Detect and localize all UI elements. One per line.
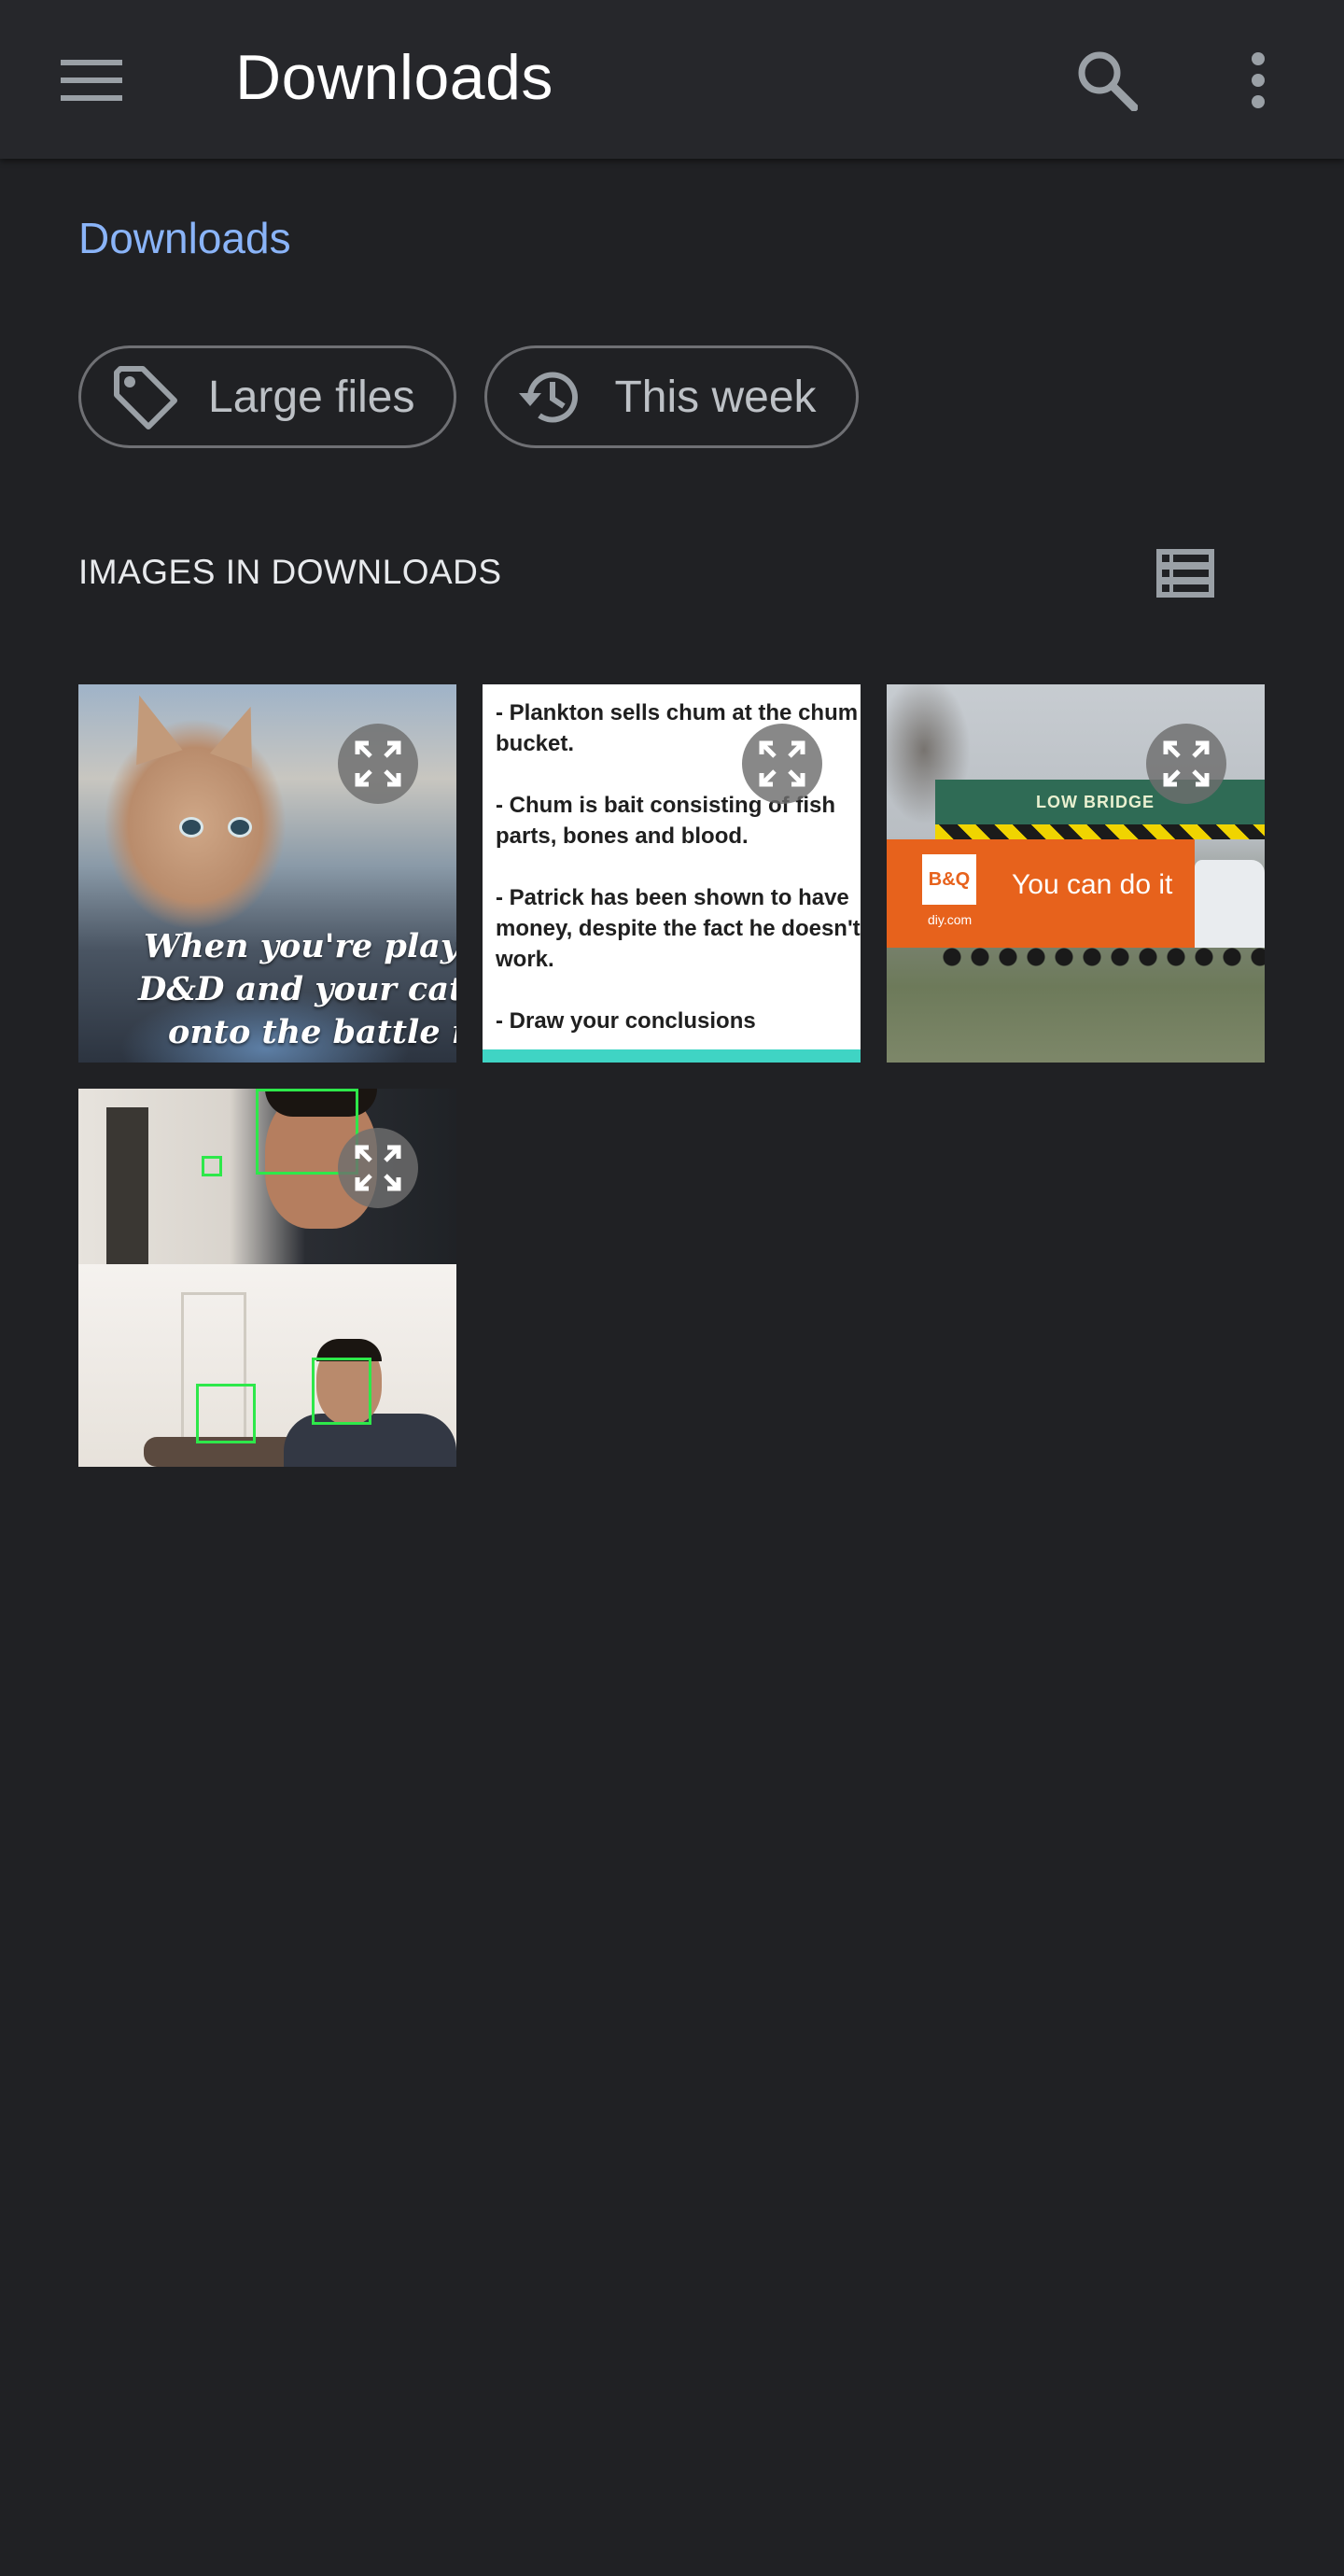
chip-large-files[interactable]: Large files	[78, 345, 457, 448]
chip-this-week[interactable]: This week	[484, 345, 859, 448]
text-line: - Chum is bait consisting of fish parts,…	[496, 793, 836, 849]
page-title: Downloads	[235, 42, 553, 113]
search-button[interactable]	[1070, 43, 1144, 118]
thumbnail-art	[228, 817, 252, 838]
list-view-icon	[1156, 549, 1214, 598]
detection-box	[312, 1358, 371, 1425]
top-app-bar: Downloads	[0, 0, 1344, 159]
menu-button[interactable]	[52, 49, 131, 112]
expand-button[interactable]	[742, 724, 822, 804]
fullscreen-icon	[355, 740, 401, 787]
thumbnail-art	[1195, 860, 1265, 948]
section-title: IMAGES IN DOWNLOADS	[78, 553, 502, 591]
detection-box	[196, 1384, 256, 1443]
text-line: - Draw your conclusions	[496, 1008, 756, 1034]
more-options-button[interactable]	[1225, 43, 1292, 118]
search-icon	[1078, 51, 1138, 111]
caption-line: When you're play	[144, 927, 456, 965]
thumbnail-art	[483, 1049, 861, 1063]
breadcrumb[interactable]: Downloads	[78, 213, 291, 263]
truck-logo-sub: diy.com	[928, 912, 973, 927]
history-icon	[515, 361, 586, 432]
bridge-sign: LOW BRIDGE	[1036, 793, 1155, 811]
thumbnail-art	[209, 698, 273, 769]
expand-button[interactable]	[338, 1128, 418, 1208]
thumbnail-art	[106, 1107, 148, 1264]
detection-box	[202, 1156, 222, 1176]
chip-label: Large files	[208, 372, 415, 422]
view-toggle-button[interactable]	[1150, 538, 1221, 609]
thumbnail-art	[943, 948, 1265, 966]
thumbnail-caption: When you're play D&D and your cat s onto…	[138, 925, 456, 1054]
chip-label: This week	[614, 372, 817, 422]
thumbnail-art	[116, 687, 183, 766]
image-thumbnail[interactable]	[78, 1089, 456, 1467]
caption-line: onto the battle m	[168, 1013, 456, 1051]
more-vert-icon	[1252, 52, 1265, 108]
image-thumbnail[interactable]: LOW BRIDGE B&Q diy.com You can do it	[887, 684, 1265, 1063]
thumbnail-art	[78, 1264, 456, 1467]
truck-logo: B&Q	[922, 854, 976, 905]
image-thumbnail[interactable]: When you're play D&D and your cat s onto…	[78, 684, 456, 1063]
image-thumbnail[interactable]: - Plankton sells chum at the chum bucket…	[483, 684, 861, 1063]
text-line: - Patrick has been shown to have money, …	[496, 885, 861, 972]
thumbnail-art	[935, 824, 1265, 839]
thumbnail-art	[179, 817, 203, 838]
caption-line: D&D and your cat s	[138, 970, 456, 1008]
fullscreen-icon	[759, 740, 805, 787]
expand-button[interactable]	[1146, 724, 1226, 804]
fullscreen-icon	[1163, 740, 1210, 787]
fullscreen-icon	[355, 1145, 401, 1191]
filter-chips: Large files This week	[78, 345, 859, 448]
expand-button[interactable]	[338, 724, 418, 804]
tag-icon	[109, 361, 180, 432]
truck-slogan: You can do it	[1012, 869, 1173, 900]
menu-icon	[61, 60, 122, 101]
